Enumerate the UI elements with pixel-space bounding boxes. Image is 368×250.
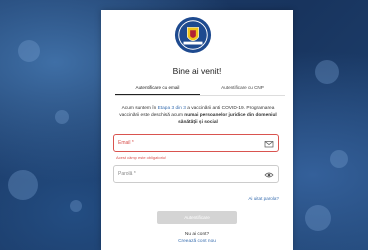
coat-of-arms-logo [174, 16, 212, 54]
tab-cnp[interactable]: Autentificare cu CNP [200, 83, 285, 95]
login-tabs: Autentificare cu email Autentificare cu … [115, 83, 285, 96]
page-title: Bine ai venit! [172, 66, 222, 76]
stage-link[interactable]: Etapa 3 din 3 [158, 106, 186, 111]
password-field[interactable]: Parolă * [113, 165, 279, 183]
info-bold: numai persoanelor juridice din domeniul … [178, 113, 277, 125]
info-before: Acum suntem în [121, 106, 158, 111]
envelope-icon [264, 141, 274, 148]
info-text: Acum suntem în Etapa 3 din 3 a vaccinări… [113, 105, 283, 126]
tab-email[interactable]: Autentificare cu email [115, 83, 200, 95]
forgot-password-link[interactable]: Ai uitat parola? [248, 196, 279, 201]
login-button[interactable]: Autentificare [157, 211, 237, 224]
login-card: Bine ai venit! Autentificare cu email Au… [101, 10, 293, 250]
email-placeholder: Email * [118, 140, 134, 146]
email-error: Acest câmp este obligatoriu! [116, 155, 167, 160]
eye-icon[interactable] [264, 170, 274, 180]
no-account-text: Nu ai cont? [184, 232, 210, 237]
password-placeholder: Parolă * [118, 171, 136, 177]
email-field[interactable]: Email * [113, 134, 279, 152]
create-account-link[interactable]: Creează cont nou [101, 239, 293, 244]
